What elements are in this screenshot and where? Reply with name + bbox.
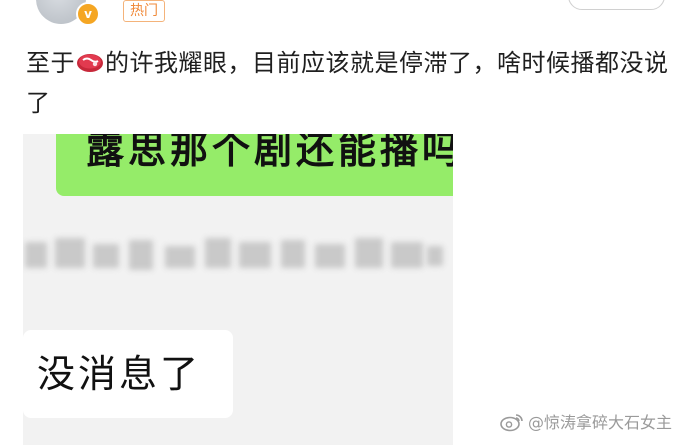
blurred-message-row [25, 232, 445, 278]
chat-bubble-incoming: 没消息了 [23, 330, 233, 418]
steak-icon [75, 47, 105, 73]
chat-bubble-outgoing: 露思那个剧还能播吗 [56, 134, 453, 196]
watermark: @惊涛拿碎大石女主 [500, 411, 672, 435]
post-text-part-2: 的许我耀眼，目前应该就是停滞了，啥时候播都没说了 [26, 49, 669, 117]
chat-message-outgoing: 露思那个剧还能播吗 [86, 134, 453, 172]
watermark-text: @惊涛拿碎大石女主 [528, 413, 673, 432]
embedded-chat-screenshot: 露思那个剧还能播吗 没消息了 [23, 134, 453, 445]
post-text: 至于 的许我耀眼，目前应该就是停滞了，啥时候播都没说了 [26, 43, 676, 123]
follow-button[interactable] [568, 0, 665, 10]
chat-message-incoming: 没消息了 [37, 352, 202, 396]
verified-badge: v [76, 2, 100, 26]
post-text-part-1: 至于 [26, 49, 75, 77]
weibo-icon [500, 412, 524, 432]
hot-tag: 热门 [123, 0, 165, 22]
